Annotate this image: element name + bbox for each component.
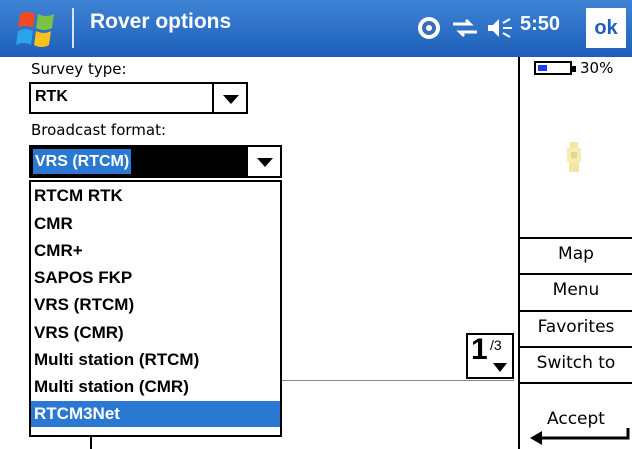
- accept-button[interactable]: Accept: [520, 384, 632, 449]
- divider: [520, 237, 632, 239]
- clock: 5:50: [520, 13, 561, 35]
- broadcast-format-list: RTCM RTK CMR CMR+ SAPOS FKP VRS (RTCM) V…: [29, 180, 282, 437]
- page-total: /3: [490, 337, 502, 353]
- list-item[interactable]: RTCM RTK: [31, 183, 280, 209]
- broadcast-format-value: VRS (RTCM): [33, 149, 132, 174]
- divider: [90, 437, 92, 449]
- menu-button[interactable]: Menu: [520, 280, 632, 300]
- map-button[interactable]: Map: [520, 244, 632, 264]
- ok-button[interactable]: ok: [586, 8, 626, 48]
- volume-icon[interactable]: [486, 14, 516, 42]
- connectivity-icon[interactable]: [450, 14, 480, 42]
- battery-percent: 30%: [580, 59, 614, 77]
- satellite-icon[interactable]: [416, 14, 442, 42]
- title-bar: Rover options 5:50 ok: [0, 0, 632, 57]
- divider: [520, 273, 632, 275]
- divider: [520, 310, 632, 312]
- survey-type-select[interactable]: RTK: [29, 82, 248, 114]
- chevron-down-icon[interactable]: [493, 363, 507, 372]
- page-title: Rover options: [90, 10, 232, 33]
- list-item[interactable]: Multi station (RTCM): [31, 347, 280, 373]
- title-separator: [72, 8, 74, 48]
- enter-arrow-icon: [530, 428, 630, 445]
- divider: [520, 346, 632, 348]
- list-item[interactable]: VRS (CMR): [31, 320, 280, 346]
- favorites-button[interactable]: Favorites: [520, 317, 632, 337]
- page-current: 1: [471, 333, 488, 366]
- broadcast-format-select[interactable]: VRS (RTCM): [29, 145, 282, 178]
- survey-type-label: Survey type:: [31, 60, 127, 78]
- divider: [282, 380, 514, 381]
- list-item[interactable]: Multi station (CMR): [31, 374, 280, 400]
- instrument-icon: [567, 142, 581, 172]
- broadcast-format-label: Broadcast format:: [31, 121, 167, 139]
- broadcast-format-dropdown-button[interactable]: [246, 147, 280, 176]
- chevron-down-icon: [257, 158, 273, 167]
- list-item-selected[interactable]: RTCM3Net: [31, 401, 280, 427]
- windows-start-icon[interactable]: [14, 6, 60, 52]
- survey-type-value: RTK: [35, 88, 68, 105]
- list-item[interactable]: CMR+: [31, 238, 280, 264]
- accept-label: Accept: [547, 409, 605, 429]
- battery-nub: [572, 66, 576, 72]
- chevron-down-icon: [223, 95, 239, 104]
- switch-to-button[interactable]: Switch to: [520, 353, 632, 373]
- survey-type-dropdown-button[interactable]: [212, 84, 246, 112]
- list-item[interactable]: CMR: [31, 211, 280, 237]
- battery-fill: [538, 65, 547, 71]
- battery-icon: [534, 61, 576, 75]
- list-item[interactable]: SAPOS FKP: [31, 265, 280, 291]
- list-item[interactable]: VRS (RTCM): [31, 292, 280, 318]
- page-indicator[interactable]: 1 /3: [466, 333, 514, 379]
